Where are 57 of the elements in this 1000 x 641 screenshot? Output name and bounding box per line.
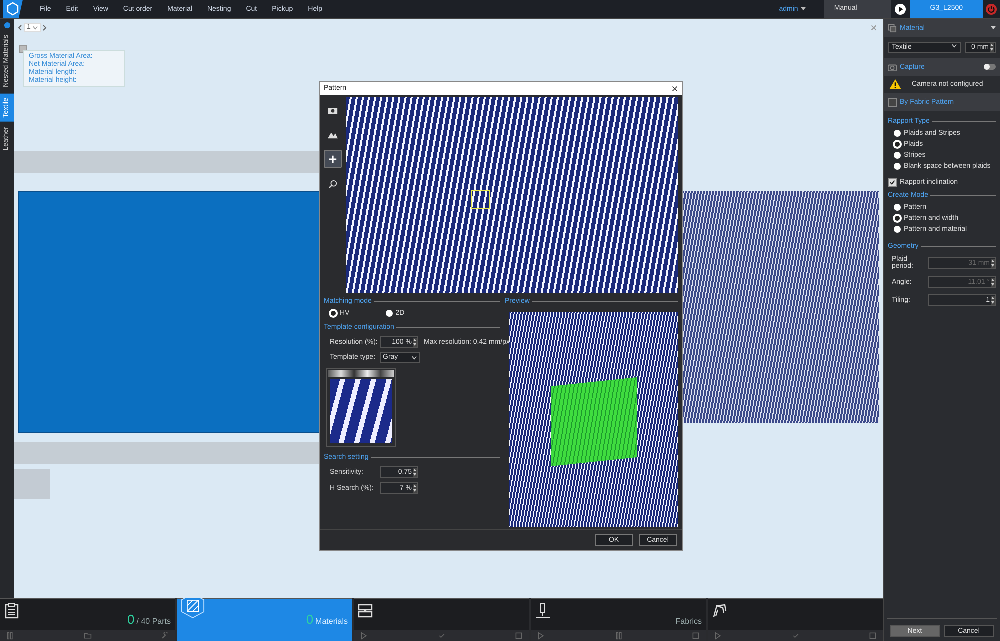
search-icon — [328, 180, 338, 188]
radio-icon[interactable] — [894, 226, 901, 233]
stop-icon[interactable] — [869, 632, 877, 640]
pause-icon[interactable] — [6, 632, 14, 640]
spinner-arrows-icon[interactable] — [413, 484, 417, 492]
template-image — [330, 379, 392, 443]
pause-icon[interactable] — [614, 632, 622, 640]
part-thumbnail — [14, 469, 50, 499]
card-label: Materials — [316, 617, 348, 626]
check-icon[interactable] — [438, 632, 446, 640]
check-icon[interactable] — [792, 632, 800, 640]
collapse-icon[interactable] — [991, 26, 996, 30]
gripper-icon — [712, 603, 728, 619]
card-label: Fabrics — [676, 617, 702, 626]
layers-icon — [888, 24, 897, 32]
template-strip — [328, 370, 394, 377]
app-logo-icon — [0, 0, 26, 18]
previous-page-icon[interactable] — [18, 24, 22, 30]
folder-icon[interactable] — [84, 632, 92, 640]
crosshair-target-icon — [471, 190, 491, 210]
radio-icon[interactable] — [894, 130, 901, 137]
workflow-card[interactable]: 0/ 40 Parts — [0, 598, 175, 641]
spinner-arrows-icon[interactable] — [413, 338, 417, 346]
fabric-pattern-checkbox[interactable] — [888, 98, 897, 106]
stop-icon[interactable] — [515, 632, 523, 640]
card-label: / 40 Parts — [136, 617, 171, 626]
spinner-arrows-icon[interactable] — [991, 296, 995, 304]
close-icon[interactable] — [672, 86, 678, 92]
spinner-arrows-icon[interactable] — [413, 468, 417, 476]
camera-icon — [888, 62, 897, 72]
play-icon[interactable] — [895, 4, 906, 14]
tool-button[interactable] — [324, 150, 342, 168]
nesting-icon — [358, 603, 374, 619]
capture-toggle[interactable] — [984, 64, 996, 70]
caret-icon[interactable] — [801, 7, 806, 11]
spinner-arrows-icon[interactable] — [990, 43, 994, 52]
radio-icon[interactable] — [894, 152, 901, 159]
radio-icon[interactable] — [894, 141, 901, 148]
caret-icon[interactable] — [952, 44, 957, 48]
radio-icon[interactable] — [894, 204, 901, 211]
card-count: 0 — [128, 613, 135, 626]
radio-icon[interactable] — [894, 215, 901, 222]
caret-icon[interactable] — [412, 356, 417, 360]
cutter-icon — [535, 603, 551, 619]
radio-icon[interactable] — [894, 163, 901, 170]
workflow-card[interactable]: Fabrics — [531, 598, 706, 641]
card-count: 0 — [306, 613, 314, 626]
plus-icon — [328, 154, 338, 164]
warning-icon — [889, 79, 902, 90]
stop-icon[interactable] — [692, 632, 700, 640]
inclination-checkbox[interactable] — [888, 178, 897, 187]
next-page-icon[interactable] — [42, 24, 47, 30]
camera-icon — [328, 106, 338, 114]
radio-icon[interactable] — [386, 310, 393, 317]
clipboard-icon — [4, 603, 20, 619]
power-icon[interactable] — [986, 4, 997, 14]
radio-icon[interactable] — [330, 310, 337, 317]
